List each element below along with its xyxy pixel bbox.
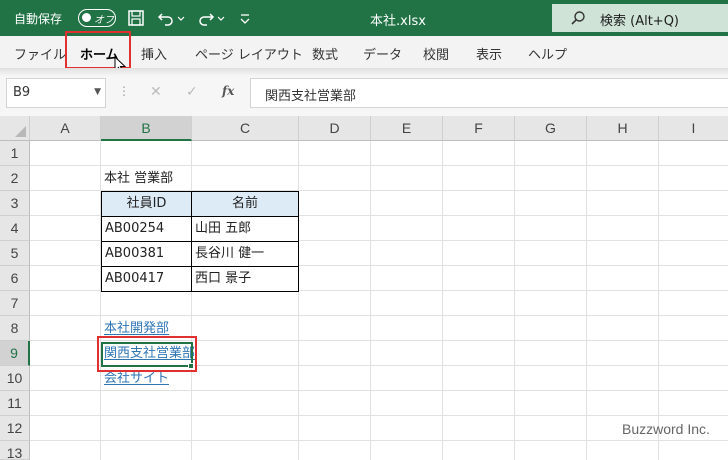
toggle-knob	[82, 13, 91, 22]
column-header-h[interactable]: H	[587, 116, 659, 141]
row-header-8[interactable]: 8	[0, 316, 30, 341]
table-cell-id[interactable]: AB00381	[102, 242, 192, 267]
gridline	[586, 141, 587, 460]
column-header-c[interactable]: C	[192, 116, 299, 141]
gridline	[442, 141, 443, 460]
table-cell-id[interactable]: AB00254	[102, 217, 192, 242]
ribbon-divider	[0, 68, 728, 76]
formula-bar: B9 ▼ ⋮ ✕ ✓ fx 関西支社営業部	[0, 76, 728, 116]
tab-insert[interactable]: 挿入	[141, 44, 167, 63]
customize-toolbar-icon[interactable]	[238, 8, 252, 28]
table-cell-id[interactable]: AB00417	[102, 267, 192, 292]
redo-dropdown-icon[interactable]	[216, 8, 226, 28]
formula-bar-grip-icon: ⋮	[118, 84, 130, 98]
gridline	[298, 141, 299, 460]
gridline	[30, 440, 728, 441]
row-header-9[interactable]: 9	[0, 341, 30, 366]
table-header-id[interactable]: 社員ID	[102, 192, 192, 217]
watermark: Buzzword Inc.	[622, 421, 710, 437]
gridline	[30, 415, 728, 416]
insert-function-icon[interactable]: fx	[222, 84, 234, 98]
row-header-2[interactable]: 2	[0, 166, 30, 191]
row-header-1[interactable]: 1	[0, 141, 30, 166]
column-header-e[interactable]: E	[371, 116, 443, 141]
formula-input[interactable]: 関西支社営業部	[250, 78, 728, 108]
tab-review[interactable]: 校閲	[423, 44, 449, 63]
formula-text: 関西支社営業部	[265, 89, 357, 104]
autosave-label: 自動保存	[14, 12, 63, 26]
undo-dropdown-icon[interactable]	[176, 8, 186, 28]
name-box[interactable]: B9 ▼	[6, 78, 106, 108]
column-header-f[interactable]: F	[443, 116, 515, 141]
column-header-d[interactable]: D	[299, 116, 371, 141]
row-header-11[interactable]: 11	[0, 391, 30, 416]
gridline	[658, 141, 659, 460]
autosave-toggle[interactable]: オフ	[78, 9, 116, 27]
column-header-g[interactable]: G	[515, 116, 587, 141]
search-box[interactable]: 検索 (Alt+Q)	[552, 4, 728, 32]
tab-file[interactable]: ファイル	[14, 44, 66, 63]
undo-icon[interactable]	[156, 8, 176, 28]
table-cell-name[interactable]: 長谷川 健一	[192, 242, 299, 267]
chevron-down-icon[interactable]: ▼	[94, 87, 101, 97]
search-text: 検索 (Alt+Q)	[600, 14, 680, 29]
column-header-i[interactable]: I	[659, 116, 728, 141]
document-title: 本社.xlsx	[370, 14, 426, 29]
column-header-b[interactable]: B	[101, 116, 192, 141]
tab-formulas[interactable]: 数式	[312, 44, 338, 63]
search-icon	[571, 11, 585, 25]
gridline	[514, 141, 515, 460]
row-header-6[interactable]: 6	[0, 266, 30, 291]
enter-icon[interactable]: ✓	[186, 84, 198, 100]
select-all-corner[interactable]	[0, 116, 30, 141]
table-header-name[interactable]: 名前	[192, 192, 299, 217]
row-header-12[interactable]: 12	[0, 416, 30, 441]
cell-highlight-box	[97, 336, 197, 372]
gridline	[370, 141, 371, 460]
tab-page-layout[interactable]: ページ レイアウト	[195, 44, 303, 63]
tab-view[interactable]: 表示	[476, 44, 502, 63]
row-header-5[interactable]: 5	[0, 241, 30, 266]
column-header-a[interactable]: A	[30, 116, 101, 141]
row-header-7[interactable]: 7	[0, 291, 30, 316]
name-box-value: B9	[13, 85, 31, 100]
redo-icon[interactable]	[196, 8, 216, 28]
table-cell-name[interactable]: 西口 景子	[192, 267, 299, 292]
row-header-4[interactable]: 4	[0, 216, 30, 241]
row-header-13[interactable]: 13	[0, 441, 30, 460]
row-header-3[interactable]: 3	[0, 191, 30, 216]
cell-b2[interactable]: 本社 営業部	[101, 166, 221, 191]
cancel-icon[interactable]: ✕	[150, 84, 162, 100]
row-header-10[interactable]: 10	[0, 366, 30, 391]
autosave-state: オフ	[94, 15, 114, 26]
table-cell-name[interactable]: 山田 五郎	[192, 217, 299, 242]
tab-data[interactable]: データ	[363, 44, 402, 63]
save-icon[interactable]	[126, 8, 146, 28]
tab-help[interactable]: ヘルプ	[528, 44, 567, 63]
